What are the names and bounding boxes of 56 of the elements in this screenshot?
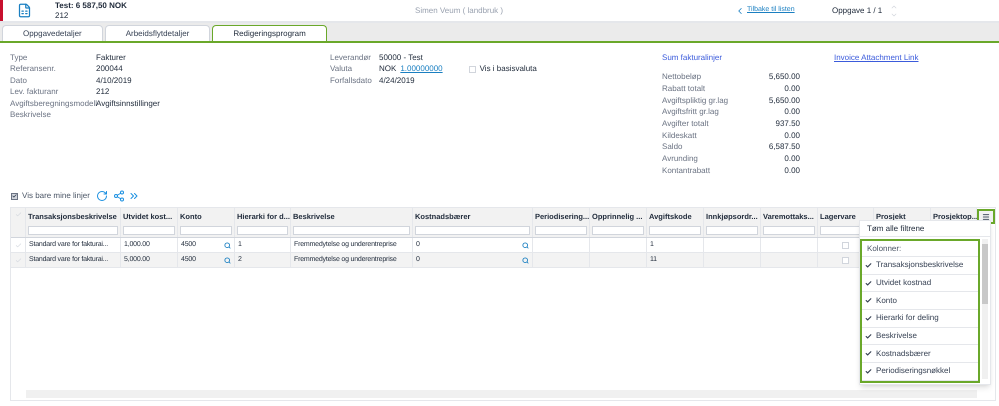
menu-item[interactable]: Periodiseringsnøkkel	[862, 363, 978, 381]
field-value: 212	[96, 86, 110, 98]
checkbox-label: Vis i basisvaluta	[480, 63, 537, 76]
summary-value: 0.00	[784, 153, 800, 166]
menu-item[interactable]: Hierarki for deling	[862, 310, 978, 328]
menu-item[interactable]: Beskrivelse	[862, 328, 978, 346]
field-value: 4/24/2019	[379, 74, 415, 87]
field-value: 4/10/2019	[96, 74, 132, 87]
field-label: Beskrivelse	[10, 109, 52, 122]
menu-item[interactable]: Utvidet kostnad	[862, 274, 978, 292]
summary-value: 0.00	[784, 130, 800, 142]
task-title: Test: 6 587,50 NOK	[55, 0, 128, 10]
summary-link[interactable]: Sum fakturalinjer	[662, 52, 722, 64]
task-counter: Oppgave 1 / 1	[832, 4, 882, 16]
user-name: Simen Veum ( landbruk )	[415, 4, 504, 16]
menu-item[interactable]: Konto	[862, 292, 978, 310]
summary-value: 0.00	[784, 164, 800, 177]
menu-item[interactable]: Tøm alle filtrene	[860, 221, 990, 237]
field-label: Leverandør	[330, 52, 372, 64]
exchange-rate-link[interactable]: 1.00000000	[400, 63, 443, 76]
summary-label: Avgiftspliktig gr.lag	[662, 94, 728, 107]
menu-heading: Kolonner:	[862, 241, 978, 257]
tab[interactable]: Oppgavedetaljer	[2, 25, 103, 41]
menu-item[interactable]: Transaksjonsbeskrivelse	[862, 257, 978, 275]
field-value: 200044	[96, 63, 123, 76]
field-label: Lev. fakturanr	[10, 86, 60, 98]
summary-label: Rabatt totalt	[662, 83, 706, 96]
field-label: Valuta	[330, 63, 354, 76]
summary-label: Avgifter totalt	[662, 118, 709, 130]
tab[interactable]: Redigeringsprogram	[212, 25, 327, 41]
field-label: Dato	[10, 74, 28, 87]
summary-label: Avgiftsfritt gr.lag	[662, 106, 719, 118]
field-value: Fakturer	[96, 52, 126, 64]
summary-label: Nettobeløp	[662, 71, 702, 84]
summary-value: 937.50	[776, 118, 800, 130]
summary-label: Saldo	[662, 141, 682, 154]
tab[interactable]: Arbeidsflytdetaljer	[104, 25, 210, 41]
field-value: 50000 - Test	[379, 52, 423, 64]
summary-value: 6,587.50	[768, 141, 800, 154]
checkbox-label: Vis bare mine linjer	[22, 190, 90, 202]
menu-item[interactable]: Kostnadsbærer	[862, 345, 978, 364]
field-label: Referansenr.	[10, 63, 57, 76]
attachment-link[interactable]: Invoice Attachment Link	[834, 52, 918, 64]
field-label: Type	[10, 52, 28, 64]
summary-value: 0.00	[784, 106, 800, 118]
task-subtitle: 212	[55, 10, 70, 20]
field-label: Forfallsdato	[330, 74, 373, 87]
summary-value: 0.00	[784, 83, 800, 96]
summary-value: 5,650.00	[768, 71, 800, 84]
summary-value: 5,650.00	[768, 94, 800, 107]
field-label: Avgiftsberegningsmodell	[10, 98, 96, 110]
summary-label: Kontantrabatt	[662, 164, 710, 177]
summary-label: Avrunding	[662, 153, 698, 166]
field-value: NOK	[379, 63, 396, 76]
field-value: Avgiftsinnstillinger	[96, 98, 160, 110]
summary-label: Kildeskatt	[662, 130, 697, 142]
